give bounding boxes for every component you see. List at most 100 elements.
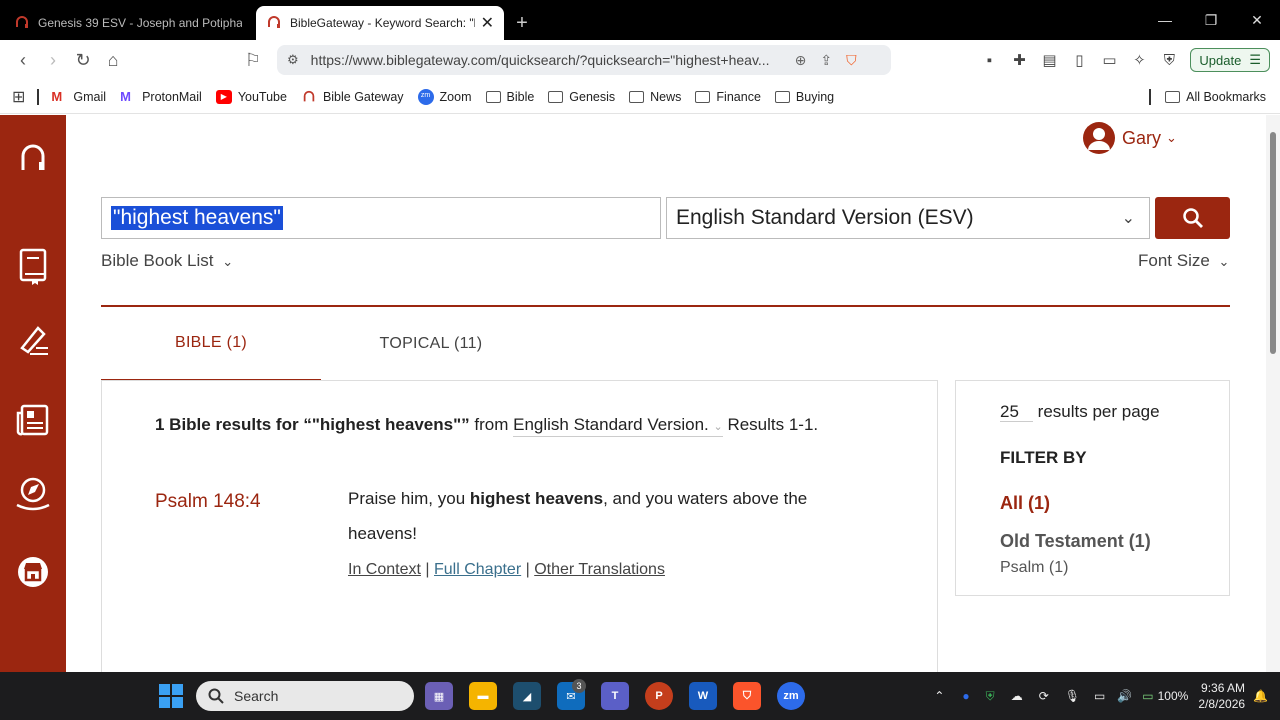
tab-biblegateway[interactable]: BibleGateway - Keyword Search: "highest …	[256, 6, 504, 40]
site-info-icon[interactable]: ⚙	[287, 52, 299, 68]
notifications-icon[interactable]: 🔔	[1253, 689, 1268, 703]
bookmark-zoom[interactable]: zm Zoom	[417, 88, 472, 105]
leo-icon[interactable]: ✧	[1124, 51, 1154, 69]
bookmark-gmail[interactable]: M Gmail	[51, 88, 107, 104]
clock[interactable]: 9:36 AM 2/8/2026	[1198, 680, 1245, 712]
font-size-toggle[interactable]: Font Size ⌄	[1138, 251, 1229, 271]
all-bookmarks-button[interactable]: All Bookmarks	[1149, 80, 1266, 114]
taskbar-search[interactable]: Search	[196, 681, 414, 711]
bookmark-finance-folder[interactable]: Finance	[695, 90, 761, 104]
site-sidebar	[0, 115, 66, 672]
user-menu[interactable]: Gary ⌄	[1083, 122, 1177, 154]
news-article-icon[interactable]	[14, 400, 52, 440]
bookmark-label: News	[650, 89, 682, 104]
extensions-icon[interactable]: ✚	[1004, 51, 1034, 69]
chevron-down-icon: ⌄	[713, 421, 723, 433]
bookmark-genesis-folder[interactable]: Genesis	[548, 90, 615, 104]
search-input[interactable]: "highest heavens"	[101, 197, 661, 239]
version-select[interactable]: English Standard Version (ESV) ⌄	[666, 197, 1150, 239]
in-context-link[interactable]: In Context	[348, 561, 421, 578]
update-label: Update	[1199, 52, 1242, 68]
bookmark-label: Gmail	[73, 89, 107, 104]
zoom-icon[interactable]: ⊕	[795, 52, 807, 69]
share-icon[interactable]: ⇪	[820, 52, 832, 69]
per-page-label: results per page	[1037, 402, 1160, 421]
biblegateway-logo-icon[interactable]	[14, 139, 52, 179]
bible-book-list-toggle[interactable]: Bible Book List ⌄	[101, 251, 233, 271]
minimize-icon[interactable]: —	[1142, 0, 1188, 40]
brave-browser-icon[interactable]: ⛉	[733, 682, 761, 710]
biblegateway-icon	[268, 16, 280, 28]
back-icon[interactable]: ‹	[8, 50, 38, 71]
devotional-pen-icon[interactable]	[14, 320, 52, 360]
bookmark-youtube[interactable]: ▶ YouTube	[215, 89, 287, 104]
close-window-icon[interactable]: ✕	[1234, 0, 1280, 40]
reader-icon[interactable]: ▤	[1034, 51, 1064, 69]
search-button[interactable]	[1155, 197, 1230, 239]
zoom-tray-icon[interactable]: ●	[962, 689, 969, 703]
close-tab-icon[interactable]: ✕	[481, 13, 494, 33]
verse-reference-link[interactable]: Psalm 148:4	[155, 491, 261, 513]
security-tray-icon[interactable]: ⛨	[986, 689, 995, 704]
file-explorer-icon[interactable]: ▬	[469, 682, 497, 710]
forward-icon[interactable]: ›	[38, 50, 68, 71]
bookmark-label: Genesis	[569, 89, 616, 104]
widgets-icon[interactable]: ▦	[425, 682, 453, 710]
sync-icon[interactable]: ⟳	[1039, 689, 1049, 703]
all-bookmarks-label: All Bookmarks	[1186, 90, 1266, 104]
notification-badge: 3	[572, 679, 586, 693]
photo-app-icon[interactable]: ◢	[513, 682, 541, 710]
biblegateway-icon	[16, 16, 28, 28]
teams-icon[interactable]: T	[601, 682, 629, 710]
per-page-select[interactable]: 25	[1000, 402, 1033, 422]
bookmark-biblegateway[interactable]: Bible Gateway	[301, 90, 404, 104]
reload-icon[interactable]: ↻	[68, 50, 98, 71]
bookmark-icon[interactable]: ⚐	[238, 50, 268, 71]
zoom-app-icon[interactable]: zm	[777, 682, 805, 710]
tab-genesis[interactable]: Genesis 39 ESV - Joseph and Potiphar's W…	[4, 6, 252, 40]
bookmark-label: Bible Gateway	[322, 89, 404, 104]
word-icon[interactable]: W	[689, 682, 717, 710]
update-button[interactable]: Update ☰	[1190, 48, 1270, 72]
home-icon[interactable]: ⌂	[98, 50, 128, 71]
address-bar[interactable]: ⚙ https://www.biblegateway.com/quicksear…	[277, 45, 891, 75]
full-chapter-link[interactable]: Full Chapter	[434, 561, 521, 578]
filter-psalm[interactable]: Psalm (1)	[1000, 559, 1068, 577]
tab-title: BibleGateway - Keyword Search: "highest …	[290, 16, 475, 30]
bookmark-bible-folder[interactable]: Bible	[485, 90, 534, 104]
filter-all[interactable]: All (1)	[1000, 493, 1050, 514]
bookmark-buying-folder[interactable]: Buying	[774, 90, 834, 104]
folder-icon	[485, 90, 501, 103]
chevron-up-icon[interactable]: ⌃	[934, 689, 944, 703]
windows-start-icon[interactable]	[159, 684, 183, 713]
bible-book-icon[interactable]	[14, 247, 52, 287]
powerpoint-icon[interactable]: P	[645, 682, 673, 710]
tab-bible[interactable]: BIBLE (1)	[101, 307, 321, 381]
bookmark-protonmail[interactable]: M ProtonMail	[120, 89, 202, 104]
summary-version-select[interactable]: English Standard Version. ⌄	[513, 415, 723, 437]
explore-compass-icon[interactable]	[14, 473, 52, 513]
microphone-icon[interactable]: 🎙	[1065, 689, 1080, 703]
chevron-down-icon: ⌄	[1121, 210, 1135, 227]
scrollbar-thumb[interactable]	[1270, 132, 1276, 354]
battery-icon[interactable]: ▭	[1142, 689, 1153, 703]
other-translations-link[interactable]: Other Translations	[534, 561, 665, 578]
bookmark-label: ProtonMail	[142, 89, 202, 104]
restore-icon[interactable]: ❐	[1188, 0, 1234, 40]
filter-old-testament[interactable]: Old Testament (1)	[1000, 531, 1151, 552]
apps-icon[interactable]: ⊞	[12, 87, 25, 107]
password-icon[interactable]: ▪	[974, 52, 1004, 69]
volume-icon[interactable]: 🔊	[1117, 689, 1132, 703]
clock-date: 2/8/2026	[1198, 697, 1246, 711]
bookmark-news-folder[interactable]: News	[629, 90, 681, 104]
network-icon[interactable]: ▭	[1094, 689, 1105, 703]
wallet-icon[interactable]: ▭	[1094, 51, 1124, 69]
sidebar-icon[interactable]: ▯	[1064, 51, 1094, 69]
onedrive-icon[interactable]: ☁	[1011, 689, 1023, 703]
gmail-icon: M	[51, 88, 63, 104]
store-icon[interactable]	[14, 552, 52, 592]
new-tab-button[interactable]: +	[504, 6, 540, 40]
tab-topical[interactable]: TOPICAL (11)	[321, 307, 541, 381]
brave-shield-icon[interactable]: ⛉	[846, 52, 857, 69]
vpn-icon[interactable]: ⛨	[1154, 52, 1184, 69]
